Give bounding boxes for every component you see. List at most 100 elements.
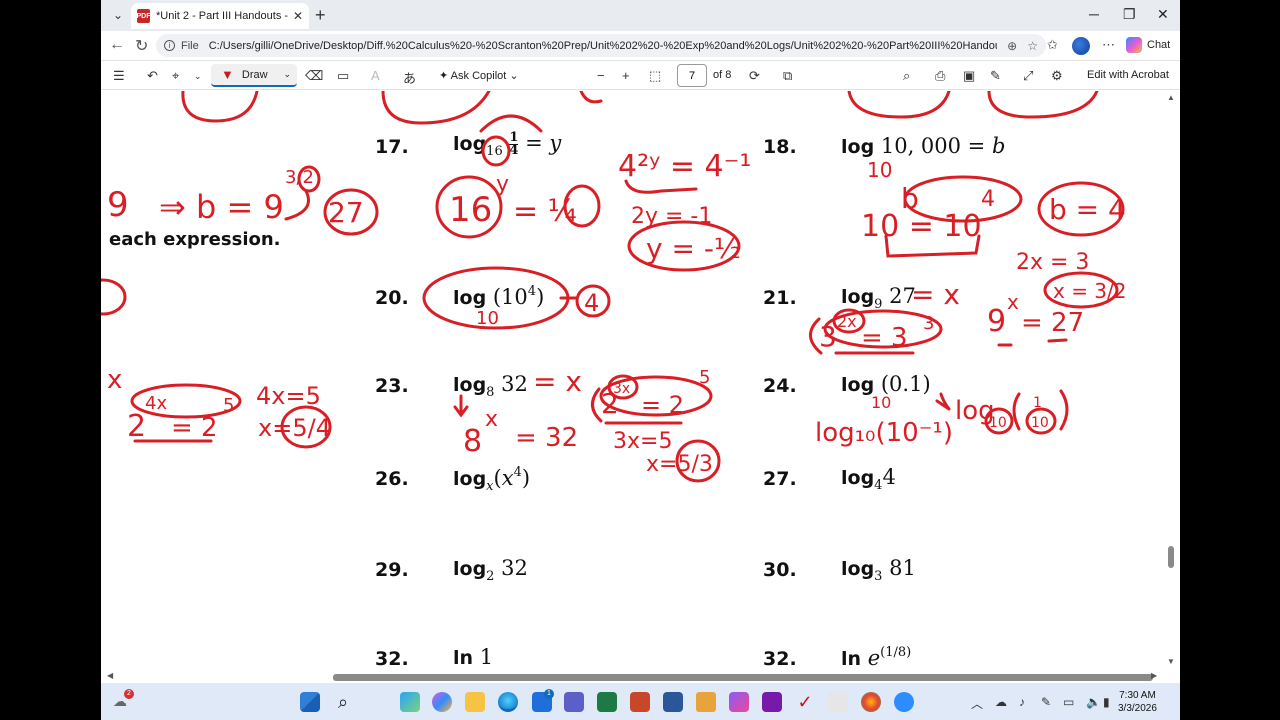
zoom-in-icon[interactable]: + bbox=[622, 68, 630, 83]
ink-left-eq2: = 2 bbox=[171, 413, 218, 443]
start-icon[interactable] bbox=[300, 692, 320, 712]
excel-icon[interactable] bbox=[597, 692, 617, 712]
vertical-scroll-thumb[interactable] bbox=[1168, 546, 1174, 568]
tray-chevron-icon[interactable]: ︿ bbox=[971, 695, 983, 712]
ink-stroke bbox=[987, 91, 1099, 119]
windows-taskbar: ☁ 2 ⌕ 1 ✓ ︿ ☁ ♪ ✎ ▭ 🔈 ▮ 7:30 AM 3/3/2026 bbox=[101, 683, 1180, 720]
fullscreen-icon[interactable]: ⤢ bbox=[1023, 68, 1033, 84]
ink-arrow bbox=[284, 189, 310, 221]
back-icon[interactable]: ← bbox=[109, 36, 125, 54]
zoom-out-icon[interactable]: − bbox=[597, 68, 605, 83]
pen-tray-icon[interactable]: ✎ bbox=[1041, 695, 1051, 709]
browser-tab[interactable]: PDF *Unit 2 - Part III Handouts - Eval. … bbox=[131, 3, 309, 29]
save-icon[interactable]: ▣ bbox=[963, 68, 975, 84]
ink-23-8: 8 bbox=[463, 424, 482, 459]
print-icon[interactable]: ⎙ bbox=[935, 68, 945, 84]
highlight-dropdown-icon[interactable]: ⌄ bbox=[194, 71, 202, 82]
minimize-icon[interactable]: ─ bbox=[1089, 6, 1099, 22]
site-info-icon[interactable]: i bbox=[164, 40, 175, 51]
new-tab-icon[interactable]: + bbox=[315, 5, 326, 26]
copilot-icon bbox=[1126, 37, 1142, 53]
undo-icon[interactable]: ↶ bbox=[147, 68, 158, 84]
edit-with-acrobat-button[interactable]: Edit with Acrobat bbox=[1087, 69, 1169, 81]
save-as-icon[interactable]: ✎ bbox=[990, 68, 1001, 84]
search-taskbar-icon[interactable]: ⌕ bbox=[333, 692, 353, 712]
vertical-scrollbar[interactable]: ▲ ▼ bbox=[1163, 91, 1180, 671]
ink-stroke bbox=[997, 338, 1068, 347]
draw-button[interactable]: ▼ Draw ⌄ bbox=[211, 64, 297, 87]
eraser-icon[interactable]: ⌫ bbox=[305, 68, 323, 84]
favorite-star-icon[interactable]: ☆ bbox=[1027, 39, 1038, 53]
checkmark-app-icon[interactable]: ✓ bbox=[795, 692, 815, 712]
scroll-down-icon[interactable]: ▼ bbox=[1167, 657, 1175, 666]
ink-21-eqx: = x bbox=[911, 278, 960, 311]
ink-21-xans: x = 3/2 bbox=[1053, 279, 1127, 303]
microphone-icon[interactable]: ♪ bbox=[1019, 695, 1025, 709]
ink-annotations-layer: 4²ʸ = 4⁻¹ 16 y = ¼ 2y = -1 y = -½ 10 b 4… bbox=[101, 91, 1127, 483]
cloud-icon[interactable]: ☁ bbox=[995, 695, 1007, 709]
ink-17-y: y bbox=[496, 172, 509, 197]
read-aloud-icon[interactable]: あ bbox=[403, 68, 416, 87]
chrome-icon[interactable] bbox=[861, 692, 881, 712]
contents-icon[interactable]: ☰ bbox=[113, 68, 125, 84]
refresh-icon[interactable]: ↻ bbox=[135, 36, 148, 56]
scroll-left-icon[interactable]: ◀ bbox=[107, 671, 113, 680]
address-row: ← ↻ i File C:/Users/gilli/OneDrive/Deskt… bbox=[101, 31, 1180, 60]
ink-paren bbox=[591, 387, 603, 423]
search-icon[interactable]: ⌕ bbox=[903, 68, 910, 84]
url-scheme: File bbox=[181, 39, 199, 52]
volume-icon[interactable]: 🔈 bbox=[1086, 695, 1101, 709]
ink-21-3b: 3 bbox=[923, 313, 934, 334]
page-number-input[interactable] bbox=[677, 64, 707, 87]
horizontal-scroll-thumb[interactable] bbox=[333, 674, 1153, 681]
ink-stroke bbox=[579, 91, 603, 104]
ink-21-eq3: = 3 bbox=[861, 323, 908, 353]
more-options-icon[interactable]: ⋯ bbox=[1102, 37, 1115, 53]
url-text[interactable]: C:/Users/gilli/OneDrive/Desktop/Diff.%20… bbox=[209, 40, 997, 52]
page-view-icon[interactable]: ⧉ bbox=[783, 68, 792, 84]
ink-left-ans: 27 bbox=[328, 196, 364, 229]
ink-17-ans: y = -½ bbox=[646, 232, 741, 265]
ink-stroke bbox=[181, 91, 259, 123]
edge-icon[interactable] bbox=[498, 692, 518, 712]
draw-dropdown-icon[interactable]: ⌄ bbox=[283, 69, 291, 80]
zoom-app-icon[interactable] bbox=[894, 692, 914, 712]
display-icon[interactable]: ▭ bbox=[1063, 695, 1074, 709]
file-explorer-icon[interactable] bbox=[465, 692, 485, 712]
ink-24-10b: 10 bbox=[1031, 415, 1049, 431]
horizontal-scrollbar[interactable]: ◀ ▶ bbox=[101, 671, 1163, 683]
copilot-app-icon[interactable] bbox=[432, 692, 452, 712]
teams-icon[interactable] bbox=[564, 692, 584, 712]
pdf-toolbar: ☰ ↶ ⌖ ⌄ ▼ Draw ⌄ ⌫ ▭ A あ ✦ Ask Copilot ⌄… bbox=[101, 60, 1180, 90]
profile-avatar[interactable] bbox=[1072, 37, 1090, 55]
tab-actions-menu-icon[interactable]: ⌄ bbox=[105, 4, 131, 26]
zoom-icon[interactable]: ⊕ bbox=[1007, 39, 1017, 53]
tab-close-icon[interactable]: ✕ bbox=[293, 9, 303, 23]
onenote-icon[interactable] bbox=[762, 692, 782, 712]
rotate-icon[interactable]: ⟳ bbox=[749, 68, 760, 84]
system-clock[interactable]: 7:30 AM 3/3/2026 bbox=[1118, 689, 1157, 715]
text-box-icon[interactable]: ▭ bbox=[337, 68, 349, 84]
copilot-chat-button[interactable]: Chat bbox=[1126, 37, 1170, 53]
address-bar[interactable]: i File C:/Users/gilli/OneDrive/Desktop/D… bbox=[156, 34, 1046, 57]
scroll-up-icon[interactable]: ▲ bbox=[1167, 93, 1175, 102]
settings-gear-icon[interactable]: ⚙ bbox=[1051, 68, 1063, 84]
paint-icon[interactable] bbox=[828, 692, 848, 712]
page-count: of 8 bbox=[713, 69, 732, 81]
ink-left-x54: x=5/4 bbox=[258, 414, 331, 442]
highlight-icon[interactable]: ⌖ bbox=[172, 68, 179, 84]
fit-page-icon[interactable]: ⬚ bbox=[649, 68, 661, 84]
powerpoint-icon[interactable] bbox=[630, 692, 650, 712]
battery-icon[interactable]: ▮ bbox=[1103, 695, 1110, 709]
widgets-app-icon[interactable] bbox=[400, 692, 420, 712]
snipping-tool-icon[interactable] bbox=[696, 692, 716, 712]
ink-left-5: 5 bbox=[223, 395, 234, 416]
close-window-icon[interactable]: ✕ bbox=[1157, 6, 1169, 23]
scroll-right-icon[interactable]: ▶ bbox=[1151, 671, 1157, 680]
pcmax-icon[interactable] bbox=[729, 692, 749, 712]
word-icon[interactable] bbox=[663, 692, 683, 712]
ask-copilot-button[interactable]: ✦ Ask Copilot ⌄ bbox=[439, 69, 519, 82]
restore-icon[interactable]: ❐ bbox=[1123, 6, 1136, 23]
favorites-icon[interactable]: ✩ bbox=[1047, 37, 1058, 53]
ink-left-x: x bbox=[107, 365, 122, 395]
